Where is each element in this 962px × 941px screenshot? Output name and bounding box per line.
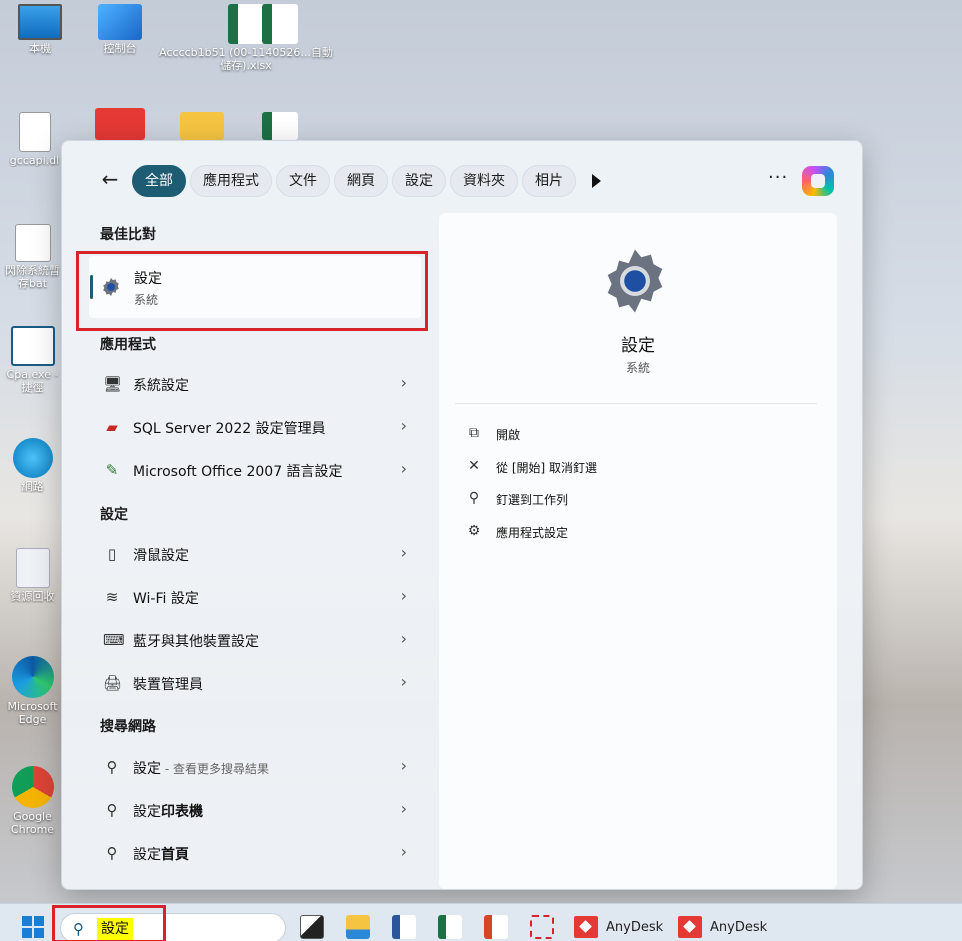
chevron-right-icon: › <box>400 756 407 775</box>
taskbar: ⚲ 設定 AnyDesk AnyDesk <box>0 903 962 941</box>
chevron-right-icon: › <box>400 373 407 392</box>
desktop-icon-dll[interactable]: gccapi.dl <box>8 112 61 167</box>
result-bluetooth-settings[interactable]: ⌨ 藍牙與其他裝置設定 › <box>89 620 421 660</box>
filter-tab-settings[interactable]: 設定 <box>392 165 446 197</box>
file-explorer-icon[interactable] <box>346 915 370 939</box>
excel-file-icon <box>262 4 298 44</box>
excel-file-icon <box>262 112 298 140</box>
divider <box>455 403 817 404</box>
recycle-bin-icon <box>15 548 50 588</box>
result-web-search-more[interactable]: ⚲ 設定 - 查看更多搜尋結果 › <box>89 747 421 787</box>
result-system-settings[interactable]: 🖥 系統設定 › <box>89 364 421 404</box>
filter-tabs: 全部 應用程式 文件 網頁 設定 資料夾 相片 <box>132 165 576 197</box>
chevron-right-icon: › <box>400 586 407 605</box>
detail-subtitle: 系統 <box>625 361 650 375</box>
chevron-right-icon: › <box>400 842 407 861</box>
result-web-homepage[interactable]: ⚲ 設定首頁 › <box>89 833 421 873</box>
chevron-right-icon: › <box>400 629 407 648</box>
bat-file-icon <box>14 224 51 262</box>
filter-tab-documents[interactable]: 文件 <box>276 165 330 197</box>
monitor-icon: 🖥 <box>103 375 123 393</box>
result-office-language[interactable]: ✎ Microsoft Office 2007 語言設定 › <box>89 450 421 490</box>
desktop-icon-recycle-bin[interactable]: 資源回收 <box>4 548 61 603</box>
excel-icon[interactable] <box>438 915 462 939</box>
section-title-best-match: 最佳比對 <box>100 227 156 243</box>
result-device-manager[interactable]: 🖨 裝置管理員 › <box>89 663 421 703</box>
filter-tab-web[interactable]: 網頁 <box>334 165 388 197</box>
task-view-icon[interactable] <box>300 915 324 939</box>
snipping-tool-icon[interactable] <box>530 915 554 939</box>
desktop-icon-this-pc[interactable]: 本機 <box>8 4 72 55</box>
pin-icon: ⚲ <box>468 490 480 506</box>
result-web-printer[interactable]: ⚲ 設定印表機 › <box>89 790 421 830</box>
desktop-icon-cpa[interactable]: Cpa.exe - 捷徑 <box>4 326 61 394</box>
gear-icon <box>607 249 663 313</box>
wifi-icon: ≋ <box>105 588 119 606</box>
search-icon: ⚲ <box>106 844 118 862</box>
desktop-icon-network[interactable]: 網路 <box>4 438 61 493</box>
detail-title: 設定 <box>621 336 655 356</box>
filter-tab-photos[interactable]: 相片 <box>522 165 576 197</box>
section-title-settings: 設定 <box>100 507 128 523</box>
anydesk-icon <box>678 916 702 938</box>
start-search-panel: ← 全部 應用程式 文件 網頁 設定 資料夾 相片 ··· 最佳比對 設定 系統… <box>61 140 863 890</box>
chrome-icon <box>11 766 54 808</box>
open-external-icon: ⧉ <box>469 425 479 441</box>
filter-tab-folders[interactable]: 資料夾 <box>450 165 518 197</box>
detail-pane: 設定 系統 ⧉ 開啟 ✕ 從 [開始] 取消釘選 ⚲ 釘選到工作列 ⚙ 應用程式… <box>439 213 837 889</box>
anydesk-icon <box>574 916 598 938</box>
back-arrow-icon[interactable]: ← <box>98 167 122 191</box>
search-icon: ⚲ <box>106 801 118 819</box>
mouse-icon: ▯ <box>107 545 117 563</box>
result-mouse-settings[interactable]: ▯ 滑鼠設定 › <box>89 534 421 574</box>
copilot-icon[interactable] <box>802 166 834 196</box>
cpa-app-icon <box>10 326 55 366</box>
section-title-web: 搜尋網路 <box>100 719 156 735</box>
desktop-icon-folder[interactable] <box>170 112 234 142</box>
section-title-apps: 應用程式 <box>100 337 156 353</box>
search-icon: ⚲ <box>106 758 118 776</box>
desktop-icon-excel-3[interactable] <box>248 112 312 142</box>
anydesk-icon <box>95 108 145 140</box>
unpin-icon: ✕ <box>468 458 480 474</box>
desktop-icon-chrome[interactable]: Google Chrome <box>4 766 61 836</box>
chevron-right-icon: › <box>400 416 407 435</box>
control-panel-icon <box>98 4 142 40</box>
chevron-right-icon: › <box>400 799 407 818</box>
highlight-box-search <box>52 905 166 941</box>
gear-icon: ⚙ <box>467 523 481 539</box>
highlight-box-best-match <box>76 251 428 331</box>
word-icon[interactable] <box>392 915 416 939</box>
devices-icon: ⌨ <box>103 631 125 649</box>
dll-file-icon <box>18 112 51 152</box>
taskbar-anydesk-1[interactable]: AnyDesk <box>574 915 663 939</box>
desktop-icon-edge[interactable]: Microsoft Edge <box>4 656 61 726</box>
chevron-right-icon: › <box>400 459 407 478</box>
office-language-icon: ✎ <box>105 461 119 479</box>
network-icon <box>12 438 53 478</box>
powerpoint-icon[interactable] <box>484 915 508 939</box>
filter-tab-all[interactable]: 全部 <box>132 165 186 197</box>
filter-tab-apps[interactable]: 應用程式 <box>190 165 272 197</box>
more-filters-play-icon[interactable] <box>592 174 601 188</box>
result-sql-server-config[interactable]: ▰ SQL Server 2022 設定管理員 › <box>89 407 421 447</box>
chevron-right-icon: › <box>400 672 407 691</box>
desktop-icon-control-panel[interactable]: 控制台 <box>88 4 152 55</box>
desktop-icon-excel-2[interactable] <box>248 4 312 46</box>
monitor-icon <box>18 4 62 40</box>
desktop-icon-bat[interactable]: 閃除系統暫存bat <box>4 224 61 290</box>
device-manager-icon: 🖨 <box>103 674 123 692</box>
chevron-right-icon: › <box>400 543 407 562</box>
more-options-icon[interactable]: ··· <box>768 167 788 188</box>
sql-server-icon: ▰ <box>106 418 118 436</box>
taskbar-anydesk-2[interactable]: AnyDesk <box>678 915 767 939</box>
result-wifi-settings[interactable]: ≋ Wi-Fi 設定 › <box>89 577 421 617</box>
windows-start-icon[interactable] <box>22 916 44 938</box>
folder-icon <box>180 112 224 140</box>
edge-icon <box>11 656 54 698</box>
desktop-icon-anydesk[interactable] <box>88 108 152 142</box>
